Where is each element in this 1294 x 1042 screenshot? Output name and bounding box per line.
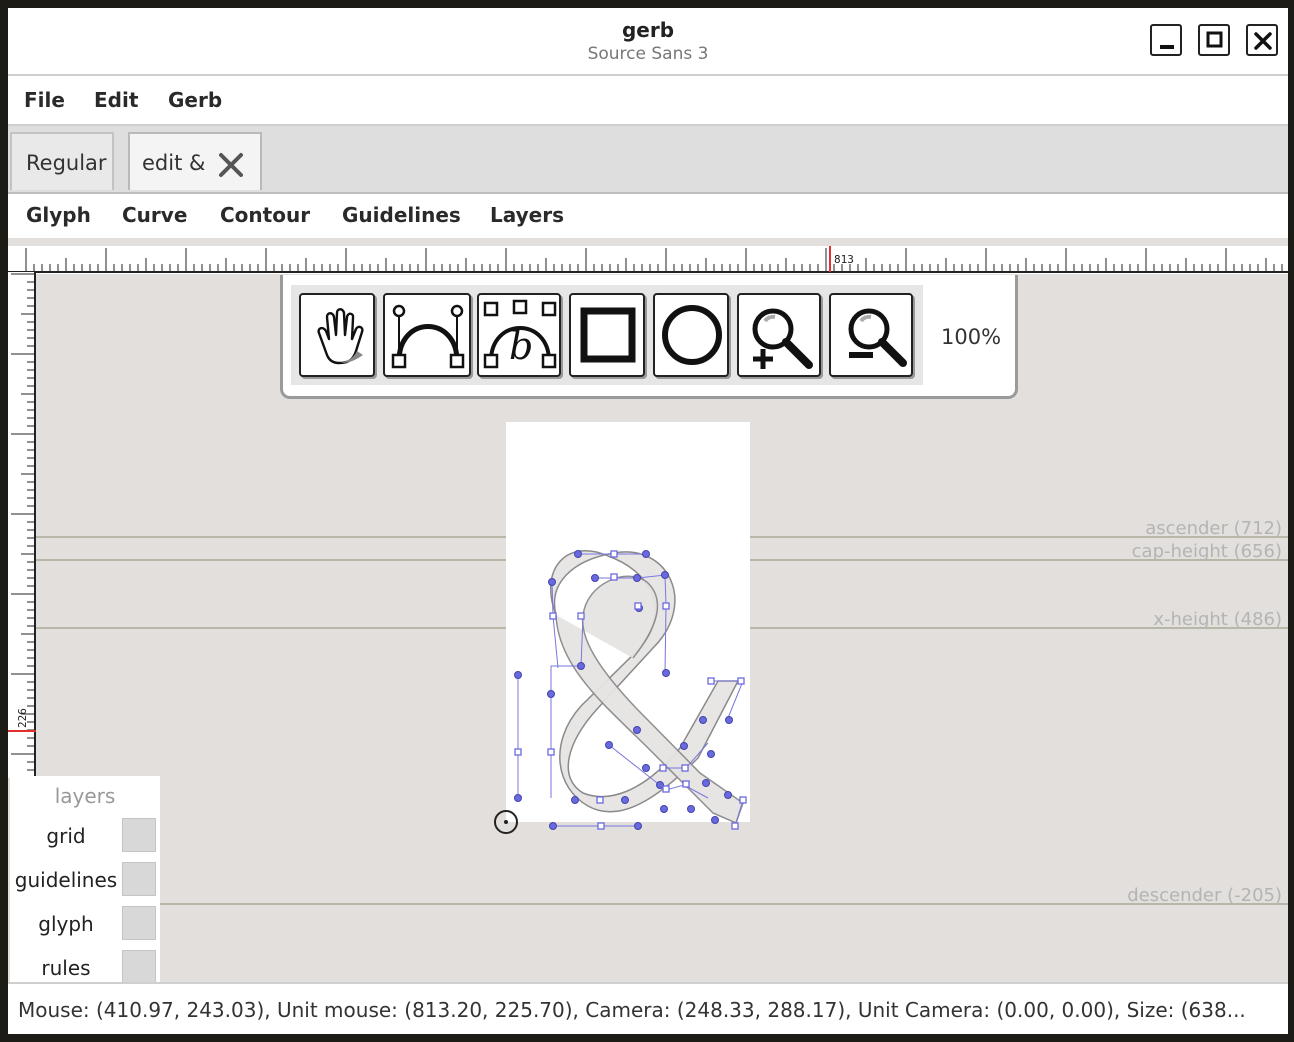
- rectangle-tool-button[interactable]: [569, 293, 645, 377]
- layer-toggle[interactable]: [122, 818, 156, 852]
- ruler-v-label: 226: [16, 708, 29, 728]
- minimize-button[interactable]: [1150, 24, 1182, 56]
- ruler-h-label: 813: [834, 253, 854, 266]
- layer-name: rules: [41, 956, 91, 980]
- zoom-level: 100%: [941, 325, 1002, 349]
- tool-palette: b 100%: [280, 275, 1018, 399]
- hand-icon: [317, 308, 364, 365]
- layer-row-glyph[interactable]: glyph: [10, 902, 160, 946]
- rectangle-icon: [580, 307, 636, 363]
- layers-panel: layers grid guidelines glyph rules: [10, 776, 160, 982]
- minimize-icon: [1160, 45, 1174, 49]
- tool-menu-curve[interactable]: Curve: [122, 203, 187, 227]
- tool-menu-layers[interactable]: Layers: [490, 203, 564, 227]
- glyph-canvas[interactable]: ascender (712) cap-height (656) x-height…: [8, 238, 1288, 982]
- zoom-out-icon: [848, 308, 907, 367]
- zoom-out-tool-button[interactable]: [829, 293, 913, 377]
- zoom-in-tool-button[interactable]: [737, 293, 821, 377]
- layer-toggle[interactable]: [122, 906, 156, 940]
- title-bar: gerb Source Sans 3: [8, 8, 1288, 76]
- window-title: gerb: [621, 18, 675, 42]
- menu-bar: File Edit Gerb: [8, 76, 1288, 126]
- layer-name: glyph: [38, 912, 94, 936]
- layer-toggle[interactable]: [122, 950, 156, 982]
- tool-menu-glyph[interactable]: Glyph: [26, 203, 91, 227]
- tool-menu-bar: Glyph Curve Contour Guidelines Layers: [8, 194, 1288, 238]
- tab-regular[interactable]: Regular: [10, 132, 114, 190]
- tab-label: edit &: [142, 151, 206, 175]
- vertical-ruler[interactable]: 226: [8, 238, 36, 778]
- main-window: gerb Source Sans 3 File Edit Gerb Regula…: [8, 8, 1288, 1034]
- layer-name: guidelines: [14, 868, 118, 892]
- tab-bar: Regular edit &: [8, 126, 1288, 194]
- close-x-icon[interactable]: [218, 152, 244, 178]
- pan-tool-button[interactable]: [299, 293, 375, 377]
- close-icon: [1254, 32, 1272, 50]
- menu-edit[interactable]: Edit: [94, 88, 138, 112]
- menu-gerb[interactable]: Gerb: [168, 88, 222, 112]
- layer-row-guidelines[interactable]: guidelines: [10, 858, 160, 902]
- ellipse-tool-button[interactable]: [653, 293, 729, 377]
- svg-text:b: b: [509, 324, 533, 368]
- status-text: Mouse: (410.97, 243.03), Unit mouse: (81…: [18, 998, 1246, 1022]
- maximize-icon: [1206, 31, 1223, 48]
- tool-menu-contour[interactable]: Contour: [220, 203, 310, 227]
- layer-row-rules[interactable]: rules: [10, 946, 160, 982]
- menu-file[interactable]: File: [24, 88, 65, 112]
- bezier-curve-icon: [391, 304, 465, 369]
- status-bar: Mouse: (410.97, 243.03), Unit mouse: (81…: [8, 982, 1288, 1034]
- bspline-tool-button[interactable]: b: [477, 293, 561, 377]
- tab-label: Regular: [26, 151, 107, 175]
- layer-name: grid: [46, 824, 86, 848]
- layer-toggle[interactable]: [122, 862, 156, 896]
- tab-edit-glyph[interactable]: edit &: [128, 132, 262, 190]
- layer-row-grid[interactable]: grid: [10, 814, 160, 858]
- horizontal-ruler[interactable]: 813: [8, 238, 1288, 274]
- layers-title: layers: [54, 784, 116, 808]
- bezier-tool-button[interactable]: [383, 293, 471, 377]
- window-subtitle: Source Sans 3: [587, 44, 709, 64]
- tool-menu-guidelines[interactable]: Guidelines: [342, 203, 461, 227]
- zoom-in-icon: [752, 308, 813, 369]
- ellipse-icon: [662, 305, 722, 365]
- bspline-curve-icon: b: [483, 299, 557, 369]
- close-button[interactable]: [1246, 24, 1278, 56]
- maximize-button[interactable]: [1198, 24, 1230, 56]
